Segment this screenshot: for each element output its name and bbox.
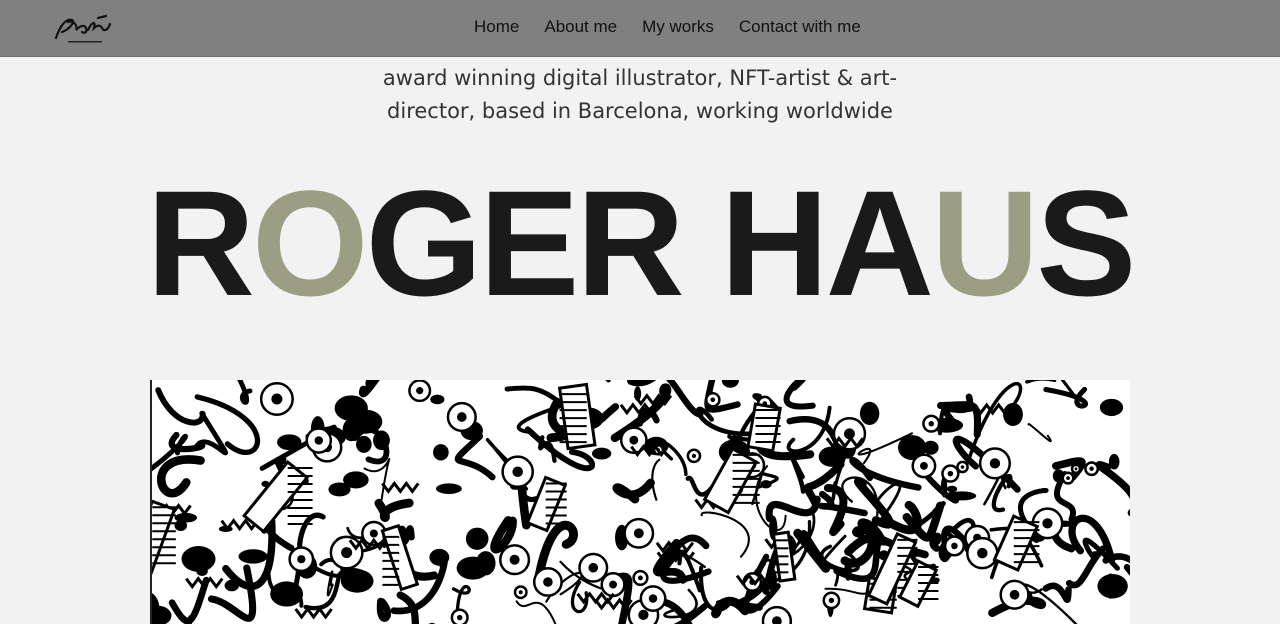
title-accent-u: U — [931, 159, 1039, 327]
title-accent-o: O — [251, 159, 369, 327]
nav-home-link[interactable]: Home — [474, 17, 519, 37]
nav-works-link[interactable]: My works — [642, 17, 714, 37]
doodle-artwork-image — [150, 380, 1130, 624]
title-part-5: S — [1036, 159, 1136, 327]
nav-about-link[interactable]: About me — [544, 17, 617, 37]
nav-links: Home About me My works Contact with me — [474, 0, 861, 54]
tagline-line-2: director, based in Barcelona, working wo… — [387, 99, 893, 123]
hero-title: ROGER HAUS — [0, 158, 1280, 328]
doodle-illustration-icon — [152, 380, 1130, 624]
hero-tagline: award winning digital illustrator, NFT-a… — [340, 62, 940, 128]
tagline-line-1: award winning digital illustrator, NFT-a… — [382, 66, 898, 90]
title-part-3: GER HA — [365, 159, 934, 327]
nav-contact-link[interactable]: Contact with me — [739, 17, 861, 37]
top-navbar: Home About me My works Contact with me — [0, 0, 1280, 57]
title-part-1: R — [146, 159, 255, 327]
signature-logo-icon[interactable] — [50, 8, 114, 46]
